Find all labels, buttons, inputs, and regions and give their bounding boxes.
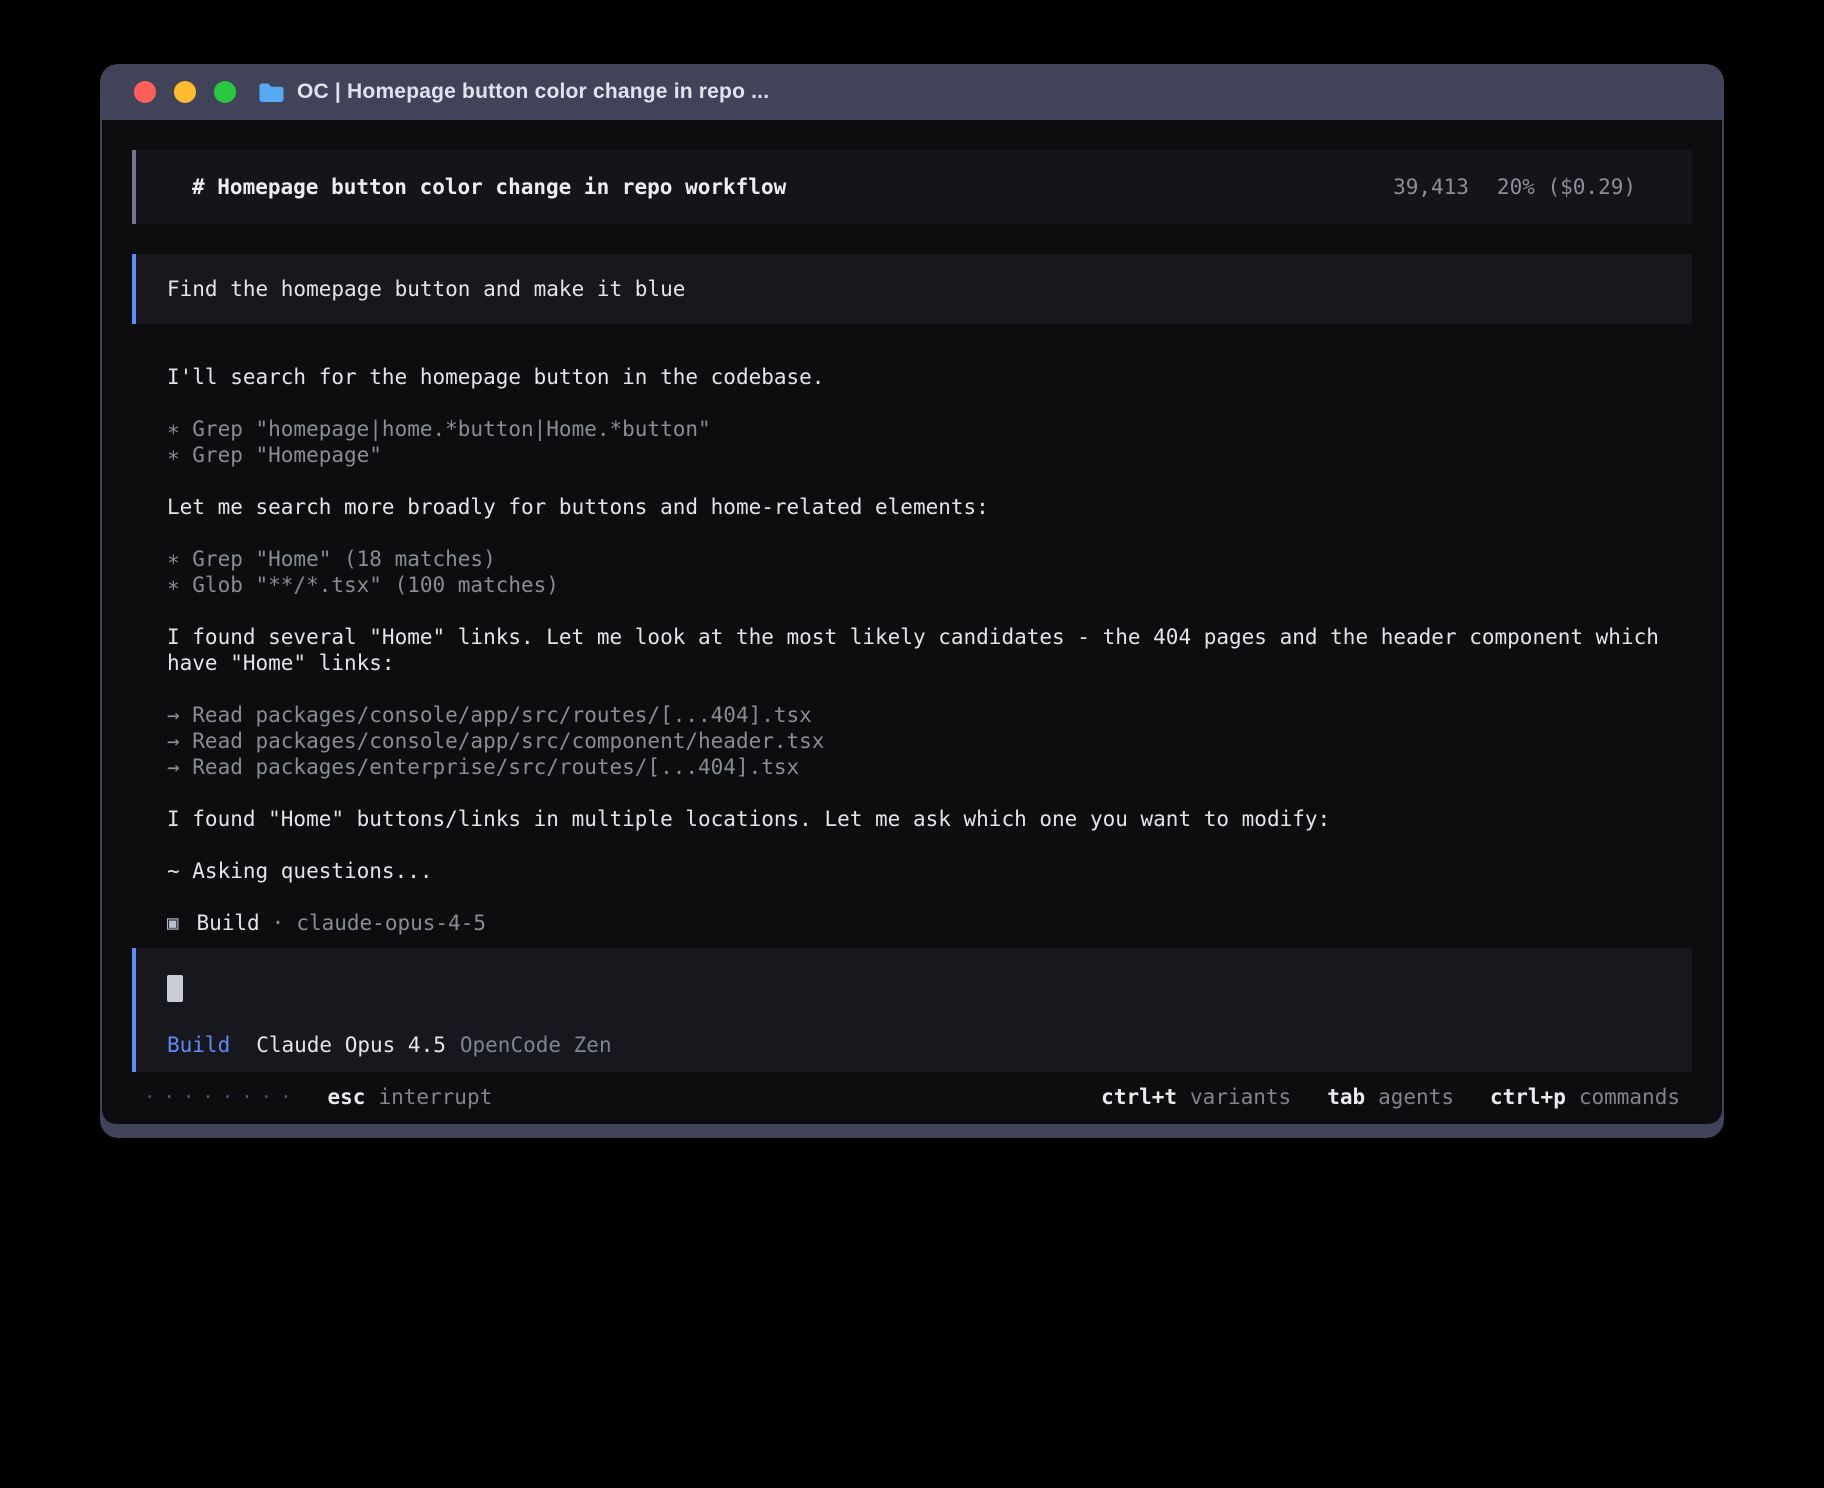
minimize-button[interactable] bbox=[174, 81, 196, 103]
session-header: # Homepage button color change in repo w… bbox=[132, 150, 1692, 224]
working-status: ~ Asking questions... bbox=[167, 858, 1682, 884]
tool-call-line: ∗ Grep "Homepage" bbox=[167, 442, 1682, 468]
agent-separator: · bbox=[272, 910, 285, 936]
shortcut-commands: ctrl+p commands bbox=[1490, 1084, 1680, 1110]
window-title-group: OC | Homepage button color change in rep… bbox=[258, 80, 769, 104]
assistant-message: I'll search for the homepage button in t… bbox=[167, 364, 1682, 390]
tool-call-line: ∗ Glob "**/*.tsx" (100 matches) bbox=[167, 572, 1682, 598]
statusbar-right: ctrl+t variants tab agents ctrl+p comman… bbox=[1065, 1084, 1680, 1110]
input-model-label[interactable]: Claude Opus 4.5 bbox=[256, 1032, 446, 1058]
prompt-input[interactable]: Build Claude Opus 4.5 OpenCode Zen bbox=[132, 948, 1692, 1072]
input-provider-label: OpenCode Zen bbox=[460, 1032, 612, 1058]
agent-name: Build bbox=[196, 910, 259, 936]
input-agent-label[interactable]: Build bbox=[167, 1032, 230, 1058]
zoom-button[interactable] bbox=[214, 81, 236, 103]
shortcut-label: commands bbox=[1579, 1084, 1680, 1110]
terminal-content: # Homepage button color change in repo w… bbox=[102, 120, 1722, 1124]
context-usage: 20% ($0.29) bbox=[1497, 174, 1636, 200]
window-title: OC | Homepage button color change in rep… bbox=[297, 80, 769, 104]
shortcut-label: agents bbox=[1378, 1084, 1454, 1110]
agent-indicator: ▣ Build · claude-opus-4-5 bbox=[167, 910, 1682, 936]
close-button[interactable] bbox=[134, 81, 156, 103]
tool-call-line: ∗ Grep "homepage|home.*button|Home.*butt… bbox=[167, 416, 1682, 442]
tool-call-group: ∗ Grep "Home" (18 matches) ∗ Glob "**/*.… bbox=[167, 546, 1682, 598]
agent-model: claude-opus-4-5 bbox=[296, 910, 486, 936]
user-message: Find the homepage button and make it blu… bbox=[132, 254, 1692, 324]
input-meta: Build Claude Opus 4.5 OpenCode Zen bbox=[167, 1032, 1661, 1058]
shortcut-label: interrupt bbox=[378, 1084, 492, 1110]
shortcut-agents: tab agents bbox=[1327, 1084, 1454, 1110]
assistant-message: I found several "Home" links. Let me loo… bbox=[167, 624, 1682, 676]
tool-call-line: ∗ Grep "Home" (18 matches) bbox=[167, 546, 1682, 572]
conversation: I'll search for the homepage button in t… bbox=[132, 364, 1692, 936]
shortcut-variants: ctrl+t variants bbox=[1101, 1084, 1291, 1110]
window-titlebar[interactable]: OC | Homepage button color change in rep… bbox=[102, 64, 1722, 120]
activity-dots: ········ bbox=[144, 1084, 300, 1110]
terminal-window: OC | Homepage button color change in rep… bbox=[100, 64, 1724, 1138]
assistant-message: I found "Home" buttons/links in multiple… bbox=[167, 806, 1682, 832]
shortcut-interrupt: esc interrupt bbox=[328, 1084, 493, 1110]
tool-call-line: → Read packages/console/app/src/componen… bbox=[167, 728, 1682, 754]
traffic-lights bbox=[134, 81, 236, 103]
tool-call-line: → Read packages/console/app/src/routes/[… bbox=[167, 702, 1682, 728]
agent-icon: ▣ bbox=[167, 910, 178, 936]
session-title: # Homepage button color change in repo w… bbox=[192, 174, 786, 200]
shortcut-label: variants bbox=[1190, 1084, 1291, 1110]
assistant-message: Let me search more broadly for buttons a… bbox=[167, 494, 1682, 520]
statusbar-left: ········ esc interrupt bbox=[144, 1084, 492, 1110]
text-cursor bbox=[167, 975, 183, 1002]
token-count: 39,413 bbox=[1393, 174, 1469, 200]
tool-call-group: ∗ Grep "homepage|home.*button|Home.*butt… bbox=[167, 416, 1682, 468]
shortcut-key: esc bbox=[328, 1084, 366, 1110]
tool-call-line: → Read packages/enterprise/src/routes/[.… bbox=[167, 754, 1682, 780]
tool-call-group: → Read packages/console/app/src/routes/[… bbox=[167, 702, 1682, 780]
shortcut-key: tab bbox=[1327, 1084, 1365, 1110]
shortcut-key: ctrl+t bbox=[1101, 1084, 1177, 1110]
status-bar: ········ esc interrupt ctrl+t variants t… bbox=[132, 1084, 1692, 1110]
session-stats: 39,413 20% ($0.29) bbox=[1393, 174, 1636, 200]
user-message-text: Find the homepage button and make it blu… bbox=[167, 277, 685, 301]
shortcut-key: ctrl+p bbox=[1490, 1084, 1566, 1110]
folder-icon bbox=[258, 81, 285, 104]
